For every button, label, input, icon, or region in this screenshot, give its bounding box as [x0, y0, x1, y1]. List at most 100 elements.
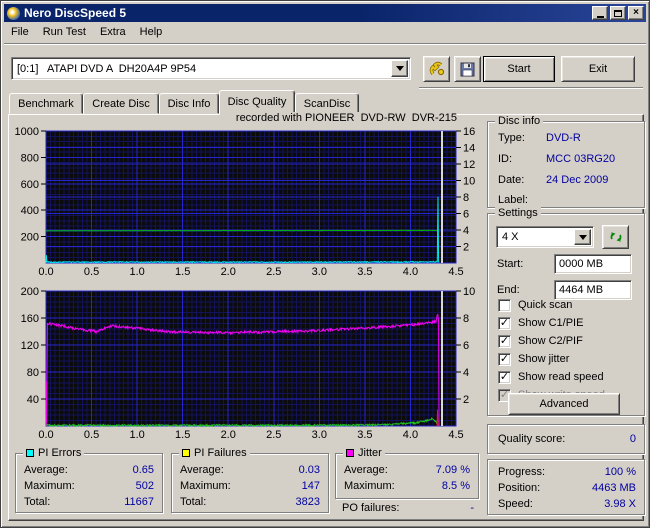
floppy-save-icon [460, 62, 475, 76]
svg-text:2.5: 2.5 [266, 429, 281, 441]
pi-failures-panel: PI Failures Average: 0.03 Maximum: 147 Tot… [171, 447, 329, 513]
disc-id-value: MCC 03RG20 [546, 153, 616, 165]
svg-text:120: 120 [21, 340, 39, 352]
check-icon: ✓ [499, 334, 510, 347]
scan-start-field[interactable]: 0000 MB [554, 254, 632, 274]
po-failures-value: - [470, 502, 474, 514]
position-value: 4463 MB [591, 482, 636, 494]
jitter-title-row: Jitter [343, 447, 385, 459]
tab-disc-info[interactable]: Disc Info [159, 93, 219, 114]
quality-score-label: Quality score: [498, 433, 566, 445]
svg-text:600: 600 [21, 179, 39, 191]
svg-text:400: 400 [21, 205, 39, 217]
speed-select-value: 4 X [502, 231, 519, 243]
advanced-button[interactable]: Advanced [508, 393, 620, 415]
drive-select[interactable]: [0:1] ATAPI DVD A DH20A4P 9P54 [11, 57, 411, 80]
settings-title: Settings [498, 207, 538, 219]
checkbox-show-c1-pie[interactable]: ✓ Show C1/PIE [498, 316, 583, 330]
pi-failures-swatch-icon [182, 449, 190, 457]
svg-text:800: 800 [21, 152, 39, 164]
pie-speed-chart: 20040060080010002468101214160.0 0.5 1.0 1.5… [15, 126, 476, 278]
checkbox-quick-scan[interactable]: Quick scan [498, 298, 572, 312]
svg-text:2: 2 [463, 242, 469, 254]
progress-label: Progress: [498, 466, 546, 478]
start-button[interactable]: Start [483, 56, 555, 82]
position-label: Position: [498, 482, 541, 494]
po-failures-label: PO failures: [342, 502, 400, 514]
close-icon: × [633, 7, 639, 18]
exit-button[interactable]: Exit [561, 56, 635, 82]
tab-benchmark[interactable]: Benchmark [9, 93, 83, 114]
checkbox-label: Show C2/PIF [518, 335, 583, 347]
pi-failures-title: PI Failures [194, 447, 247, 459]
calibrate-button[interactable] [423, 56, 450, 82]
svg-text:0.0: 0.0 [38, 429, 53, 441]
pi-errors-title: PI Errors [38, 447, 82, 459]
progress-panel: Progress: 100 % Position: 4463 MB Speed: 3.… [487, 459, 645, 515]
pif-jitter-chart: 40 80 120 160 200 2 4 6 8 10 0.0 0.5 1.0 1.5 2.0 2.5 3.0… [21, 286, 476, 441]
drive-select-drop-button[interactable] [391, 60, 408, 77]
tab-scandisc[interactable]: ScanDisc [295, 93, 359, 114]
checkbox-label: Show read speed [518, 371, 604, 383]
svg-text:10: 10 [463, 176, 475, 188]
recorded-with-note: recorded with PIONEER DVD-RW DVR-215 [231, 112, 457, 124]
save-button[interactable] [454, 56, 481, 82]
stat-label: Maximum: [180, 480, 231, 492]
quality-score-panel: Quality score: 0 [487, 424, 645, 454]
svg-text:4.0: 4.0 [403, 429, 418, 441]
refresh-button[interactable] [602, 225, 629, 249]
close-button[interactable]: × [628, 6, 644, 20]
stat-label: Total: [180, 496, 207, 508]
svg-text:200: 200 [21, 232, 39, 244]
svg-text:160: 160 [21, 313, 39, 325]
menu-item-file[interactable]: File [4, 24, 36, 40]
stat-value: 0.65 [132, 464, 154, 476]
jitter-swatch-icon [346, 449, 354, 457]
title-bar: Nero DiscSpeed 5 × [4, 4, 646, 22]
checkbox-show-jitter[interactable]: ✓ Show jitter [498, 352, 569, 366]
menu-item-run-test[interactable]: Run Test [36, 24, 93, 40]
speed-select-drop-button[interactable] [574, 229, 591, 245]
scan-end-field[interactable]: 4464 MB [554, 280, 632, 300]
minimize-button[interactable] [592, 6, 608, 20]
jitter-panel: Jitter Average: 7.09 % Maximum: 8.5 % [335, 447, 479, 499]
scan-end-label: End: [497, 284, 520, 296]
stat-value: 147 [301, 480, 320, 492]
stat-label: Maximum: [24, 480, 75, 492]
svg-text:80: 80 [27, 367, 39, 379]
tab-create-disc[interactable]: Create Disc [83, 93, 159, 114]
check-icon: ✓ [499, 352, 510, 365]
svg-text:12: 12 [463, 159, 475, 171]
svg-text:8: 8 [463, 313, 469, 325]
maximize-button[interactable] [610, 6, 626, 20]
checkbox-box: ✓ [498, 334, 511, 348]
checkbox-box [498, 298, 511, 312]
disc-label-label: Label: [498, 194, 528, 206]
checkbox-box: ✓ [498, 370, 511, 384]
refresh-icon [610, 232, 621, 242]
svg-text:10: 10 [463, 286, 475, 298]
stat-value: 3823 [295, 496, 320, 508]
speed-label: Speed: [498, 498, 533, 510]
checkbox-show-c2-pif[interactable]: ✓ Show C2/PIF [498, 334, 583, 348]
app-window: Nero DiscSpeed 5 × File Run Test Extra H… [0, 0, 650, 528]
menu-item-extra[interactable]: Extra [93, 24, 133, 40]
disc-info-title: Disc info [498, 115, 541, 127]
app-logo-icon [7, 6, 20, 20]
checkbox-box: ✓ [498, 316, 511, 330]
start-button-label: Start [507, 63, 531, 75]
svg-text:0.5: 0.5 [84, 429, 99, 441]
stat-label: Maximum: [344, 480, 395, 492]
disc-date-value: 24 Dec 2009 [546, 174, 609, 186]
svg-text:3.5: 3.5 [357, 429, 372, 441]
stat-label: Average: [180, 464, 224, 476]
quality-score-value: 0 [629, 433, 636, 445]
pi-errors-title-row: PI Errors [23, 447, 85, 459]
checkbox-show-read-speed[interactable]: ✓ Show read speed [498, 370, 604, 384]
menu-item-help[interactable]: Help [133, 24, 170, 40]
speed-select[interactable]: 4 X [496, 226, 594, 248]
svg-text:6: 6 [463, 340, 469, 352]
drive-select-value: [0:1] ATAPI DVD A DH20A4P 9P54 [17, 62, 197, 75]
jitter-title: Jitter [358, 447, 382, 459]
maximize-icon [614, 9, 622, 17]
